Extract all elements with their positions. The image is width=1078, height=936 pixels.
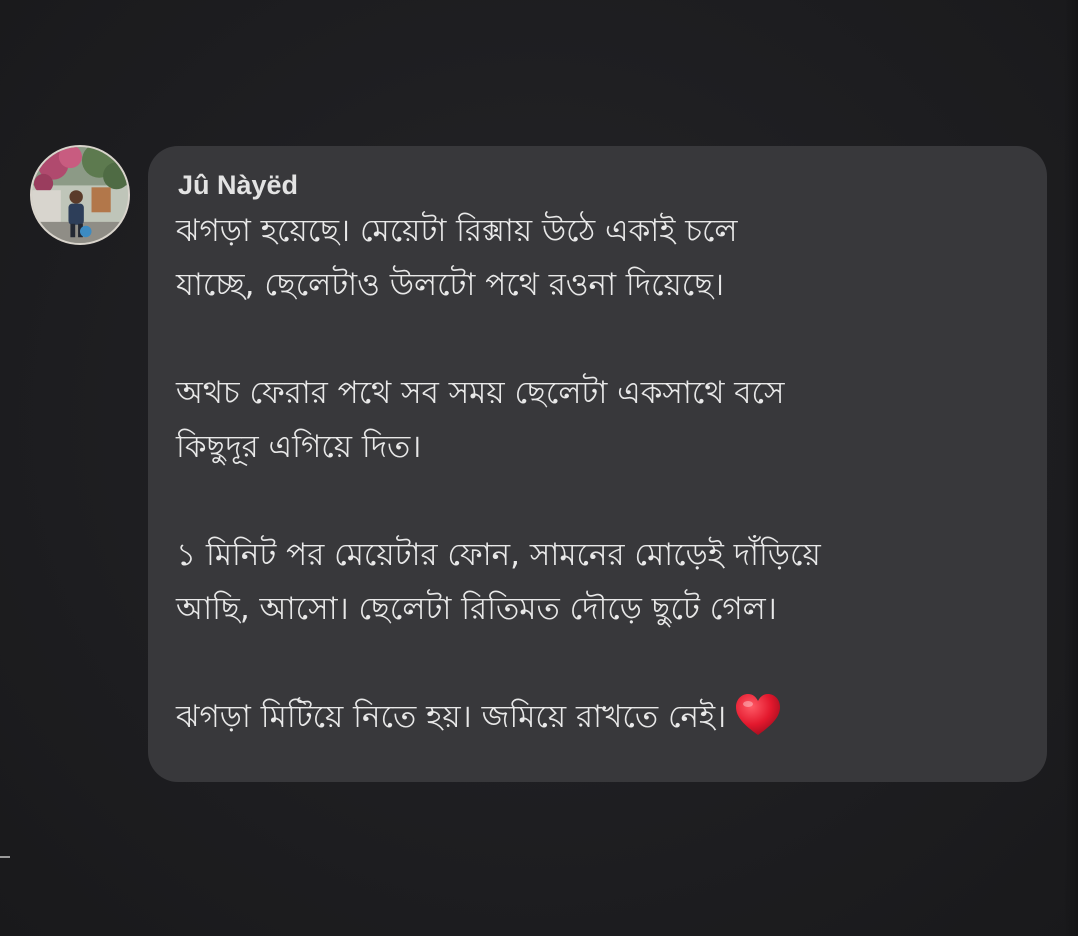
comment-bubble: Jû Nàyëd ঝগড়া হয়েছে। মেয়েটা রিক্সায় …: [148, 146, 1047, 782]
comment-paragraph-1: ঝগড়া হয়েছে। মেয়েটা রিক্সায় উঠে একাই …: [176, 204, 1019, 312]
comment-line: যাচ্ছে, ছেলেটাও উলটো পথে রওনা দিয়েছে।: [176, 267, 725, 303]
comment-line: অথচ ফেরার পথে সব সময় ছেলেটা একসাথে বসে: [176, 375, 785, 411]
comment-line-last: ঝগড়া মিটিয়ে নিতে হয়। জমিয়ে রাখতে নেই…: [176, 690, 1019, 744]
divider: [0, 856, 10, 858]
comment-line: ঝগড়া হয়েছে। মেয়েটা রিক্সায় উঠে একাই …: [176, 213, 738, 249]
screen-edge-shadow: [1064, 0, 1078, 936]
comment-paragraph-4: ঝগড়া মিটিয়ে নিতে হয়। জমিয়ে রাখতে নেই…: [176, 690, 1019, 744]
comment-paragraph-3: ১ মিনিট পর মেয়েটার ফোন, সামনের মোড়েই দ…: [176, 528, 1019, 636]
comment-line: কিছুদূর এগিয়ে দিত।: [176, 429, 422, 465]
comment-line: আছি, আসো। ছেলেটা রিতিমত দৌড়ে ছুটে গেল।: [176, 591, 777, 627]
profile-photo-icon: [32, 147, 128, 243]
comment-paragraph-2: অথচ ফেরার পথে সব সময় ছেলেটা একসাথে বসে …: [176, 366, 1019, 474]
comment-text: ঝগড়া হয়েছে। মেয়েটা রিক্সায় উঠে একাই …: [176, 204, 1019, 744]
comment-line: ১ মিনিট পর মেয়েটার ফোন, সামনের মোড়েই দ…: [176, 537, 821, 573]
heart-icon: [734, 693, 782, 737]
avatar[interactable]: [30, 145, 130, 245]
comment-line-text: ঝগড়া মিটিয়ে নিতে হয়। জমিয়ে রাখতে নেই…: [176, 699, 727, 735]
comment-author-name[interactable]: Jû Nàyëd: [176, 170, 1019, 200]
